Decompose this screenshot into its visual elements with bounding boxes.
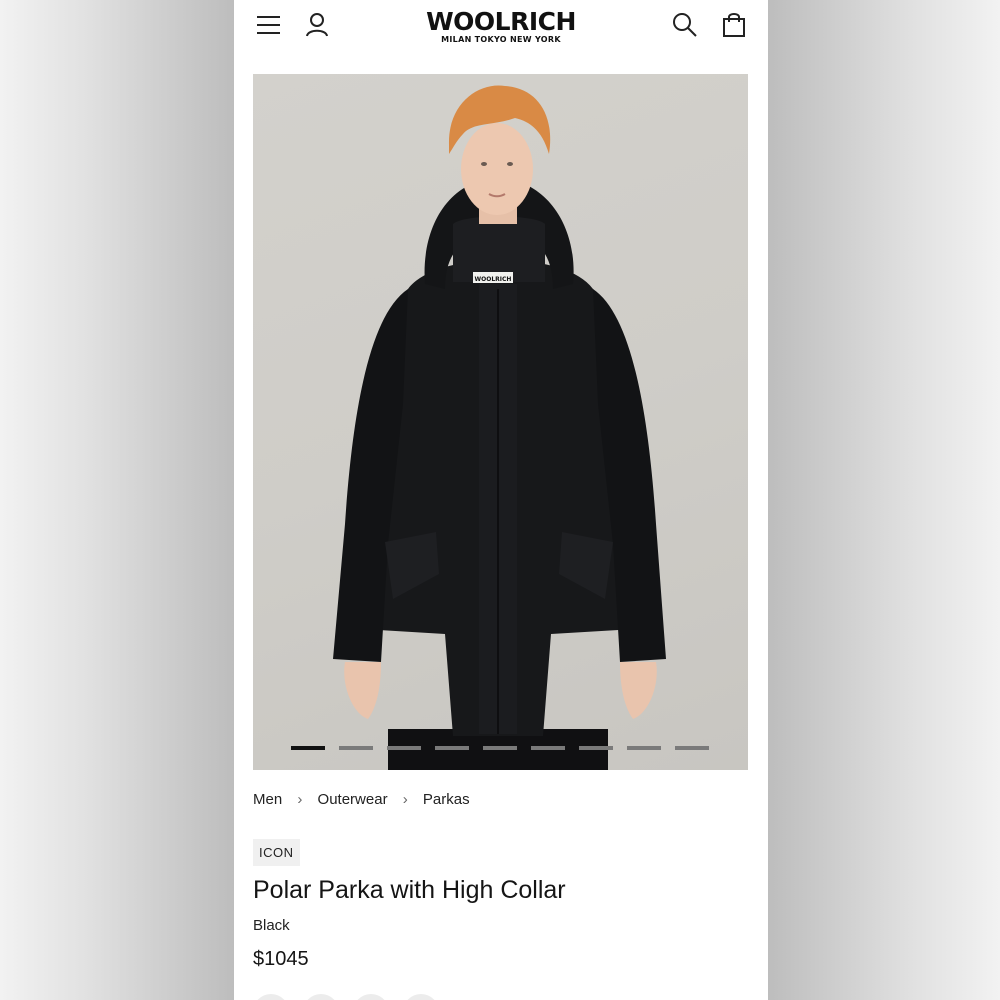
carousel-dot-3[interactable] [387,746,421,750]
breadcrumb-parkas[interactable]: Parkas [423,791,470,808]
carousel-dot-2[interactable] [339,746,373,750]
breadcrumb-men[interactable]: Men [253,791,282,808]
product-photo: WOOLRICH [333,85,666,770]
product-price: $1045 [253,948,309,970]
mobile-page: WOOLRICH MILAN TOKYO NEW YORK WOOLRICH M… [234,0,768,1000]
model-left-hand [344,662,381,719]
brand-name: WOOLRICH [426,7,576,36]
product-color: Black [253,917,290,934]
color-swatch[interactable] [353,994,389,1000]
chevron-right-icon: › [402,790,408,808]
carousel-dot-6[interactable] [531,746,565,750]
blurred-background-right [768,0,1000,1000]
model-face [461,123,533,215]
model-right-hand [620,662,657,719]
color-swatch[interactable] [403,994,439,1000]
carousel-dot-4[interactable] [435,746,469,750]
brand-logo[interactable]: WOOLRICH MILAN TOKYO NEW YORK [424,8,578,45]
site-header: WOOLRICH MILAN TOKYO NEW YORK [234,0,768,50]
svg-text:WOOLRICH: WOOLRICH [475,276,512,283]
menu-icon[interactable] [254,10,284,40]
brand-tagline: MILAN TOKYO NEW YORK [441,35,561,44]
carousel-dot-5[interactable] [483,746,517,750]
carousel-dot-7[interactable] [579,746,613,750]
carousel-dot-8[interactable] [627,746,661,750]
color-swatch[interactable] [303,994,339,1000]
account-icon[interactable] [302,10,332,40]
carousel-dot-9[interactable] [675,746,709,750]
breadcrumb: Men › Outerwear › Parkas [253,790,470,808]
search-icon[interactable] [670,10,700,40]
bag-icon[interactable] [719,10,749,40]
carousel-dot-1[interactable] [291,746,325,750]
breadcrumb-outerwear[interactable]: Outerwear [318,791,388,808]
product-image-carousel[interactable]: WOOLRICH [253,74,748,770]
product-badge: ICON [253,839,300,866]
product-title: Polar Parka with High Collar [253,876,566,904]
color-swatch[interactable] [253,994,289,1000]
blurred-background-left [0,0,234,1000]
chevron-right-icon: › [297,790,303,808]
